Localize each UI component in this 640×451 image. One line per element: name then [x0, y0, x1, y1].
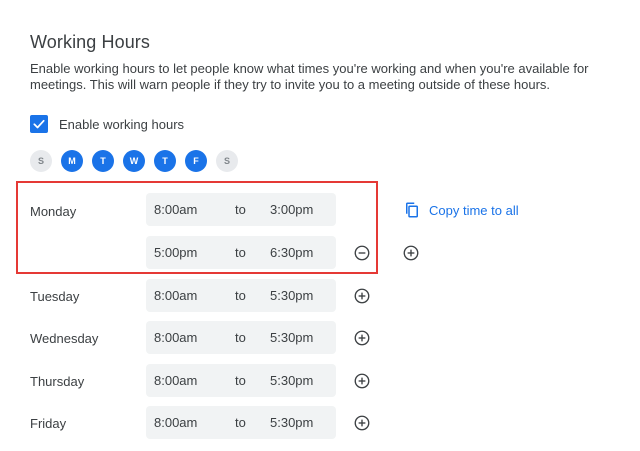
to-label: to	[235, 330, 246, 345]
time-range-wednesday: 8:00am to 5:30pm	[146, 321, 336, 354]
monday-highlight-box	[16, 181, 378, 274]
add-circle-icon	[354, 330, 370, 346]
time-range-friday: 8:00am to 5:30pm	[146, 406, 336, 439]
copy-time-to-all-label: Copy time to all	[429, 202, 519, 218]
day-toggle-friday[interactable]: F	[185, 150, 207, 172]
add-circle-icon	[354, 288, 370, 304]
day-selector: S M T W T F S	[30, 150, 247, 172]
enable-working-hours-label: Enable working hours	[59, 116, 185, 132]
day-toggle-monday[interactable]: M	[61, 150, 83, 172]
enable-working-hours-checkbox[interactable]	[30, 115, 48, 133]
end-time-select[interactable]: 5:30pm	[270, 330, 313, 345]
working-hours-panel: Working Hours Enable working hours to le…	[0, 0, 640, 451]
add-circle-icon	[403, 245, 419, 261]
section-title: Working Hours	[30, 32, 151, 52]
time-range-thursday: 8:00am to 5:30pm	[146, 364, 336, 397]
add-time-range-button-thursday[interactable]	[352, 371, 372, 391]
day-toggle-tuesday[interactable]: T	[92, 150, 114, 172]
start-time-select[interactable]: 8:00am	[154, 373, 197, 388]
end-time-select[interactable]: 5:30pm	[270, 373, 313, 388]
end-time-select[interactable]: 5:30pm	[270, 415, 313, 430]
start-time-select[interactable]: 8:00am	[154, 330, 197, 345]
end-time-select[interactable]: 5:30pm	[270, 288, 313, 303]
add-time-range-button-wednesday[interactable]	[352, 328, 372, 348]
add-time-range-button-tuesday[interactable]	[352, 286, 372, 306]
start-time-select[interactable]: 8:00am	[154, 288, 197, 303]
copy-icon	[406, 202, 418, 218]
section-description: Enable working hours to let people know …	[30, 61, 589, 92]
check-icon	[33, 119, 45, 129]
add-circle-icon	[354, 373, 370, 389]
enable-working-hours-row[interactable]: Enable working hours	[30, 114, 184, 134]
day-toggle-thursday[interactable]: T	[154, 150, 176, 172]
day-label-tuesday: Tuesday	[30, 289, 80, 304]
to-label: to	[235, 288, 246, 303]
day-label-thursday: Thursday	[30, 374, 85, 389]
add-time-range-button-monday[interactable]	[401, 243, 421, 263]
to-label: to	[235, 415, 246, 430]
copy-time-to-all-link[interactable]: Copy time to all	[403, 200, 519, 220]
day-toggle-sunday[interactable]: S	[30, 150, 52, 172]
day-label-friday: Friday	[30, 416, 67, 431]
day-toggle-saturday[interactable]: S	[216, 150, 238, 172]
time-range-tuesday: 8:00am to 5:30pm	[146, 279, 336, 312]
day-label-wednesday: Wednesday	[30, 331, 99, 346]
to-label: to	[235, 373, 246, 388]
start-time-select[interactable]: 8:00am	[154, 415, 197, 430]
day-toggle-wednesday[interactable]: W	[123, 150, 145, 172]
add-time-range-button-friday[interactable]	[352, 413, 372, 433]
add-circle-icon	[354, 415, 370, 431]
